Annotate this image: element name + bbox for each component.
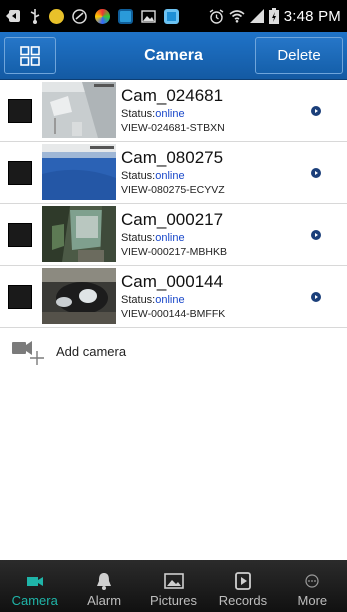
tab-label: Pictures [150,593,197,608]
status-value: online [155,170,185,182]
system-icons: 3:48 PM [209,8,341,25]
status-label: Status: [121,232,156,244]
tab-camera[interactable]: Camera [0,560,69,612]
clock: 3:48 PM [283,7,341,25]
tab-label: Records [218,593,268,608]
camera-thumbnail[interactable] [42,82,116,138]
camera-status: Status:online [121,108,185,120]
delete-button[interactable]: Delete [255,37,343,74]
camera-row[interactable]: Cam_024681 Status:online VIEW-024681-STB… [0,80,347,142]
app-icon [118,8,133,24]
alarm-clock-icon [209,8,224,24]
camera-status: Status:online [121,170,185,182]
gallery-icon [141,9,156,23]
grid-view-button[interactable] [4,37,56,74]
select-checkbox[interactable] [8,161,32,185]
camera-name: Cam_080275 [121,148,224,167]
camera-name: Cam_024681 [121,86,224,105]
notification-icons [6,8,179,24]
tab-label: Alarm [87,593,122,608]
signal-icon [249,9,264,23]
select-checkbox[interactable] [8,285,32,309]
camera-thumbnail[interactable] [42,268,116,324]
bottom-tab-bar: Camera Alarm Pictures Records More [0,560,347,612]
add-camera-button[interactable]: Add camera [0,331,347,373]
app-icon [72,8,87,24]
app-header: Camera Delete [0,32,347,80]
camera-row[interactable]: Cam_000217 Status:online VIEW-000217-MBH… [0,204,347,266]
add-camera-icon [12,341,44,365]
camera-name: Cam_000217 [121,210,224,229]
tab-more[interactable]: More [278,560,347,612]
more-icon [305,574,319,588]
add-camera-label: Add camera [56,344,127,359]
record-icon [235,572,251,590]
status-label: Status: [121,294,156,306]
status-value: online [155,294,185,306]
tab-pictures[interactable]: Pictures [139,560,208,612]
status-label: Status: [121,170,156,182]
app-icon [164,8,179,24]
chevron-right-icon[interactable] [311,106,321,116]
chevron-right-icon[interactable] [311,292,321,302]
status-value: online [155,108,185,120]
camera-view-id: VIEW-000217-MBHKB [121,246,228,258]
back-icon [6,10,20,22]
camera-view-id: VIEW-024681-STBXN [121,122,225,134]
battery-icon [268,8,279,24]
status-value: online [155,232,185,244]
camera-status: Status:online [121,294,185,306]
camera-list: Cam_024681 Status:online VIEW-024681-STB… [0,80,347,328]
tab-alarm[interactable]: Alarm [69,560,138,612]
app-icon [95,8,110,24]
status-bar: 3:48 PM [0,0,347,32]
chevron-right-icon[interactable] [311,230,321,240]
camera-icon [26,577,43,586]
camera-row[interactable]: Cam_080275 Status:online VIEW-080275-ECY… [0,142,347,204]
camera-thumbnail[interactable] [42,144,116,200]
select-checkbox[interactable] [8,223,32,247]
chevron-right-icon[interactable] [311,168,321,178]
usb-icon [30,8,40,24]
grid-icon [20,45,40,66]
app-icon [49,8,64,24]
tab-label: Camera [11,593,58,608]
picture-icon [163,573,184,589]
camera-name: Cam_000144 [121,272,224,291]
wifi-icon [229,10,245,23]
camera-view-id: VIEW-080275-ECYVZ [121,184,225,196]
camera-row[interactable]: Cam_000144 Status:online VIEW-000144-BMF… [0,266,347,328]
tab-label: More [297,593,328,608]
status-label: Status: [121,108,156,120]
camera-view-id: VIEW-000144-BMFFK [121,308,226,320]
bell-icon [97,573,112,590]
camera-status: Status:online [121,232,185,244]
tab-records[interactable]: Records [208,560,277,612]
camera-thumbnail[interactable] [42,206,116,262]
select-checkbox[interactable] [8,99,32,123]
